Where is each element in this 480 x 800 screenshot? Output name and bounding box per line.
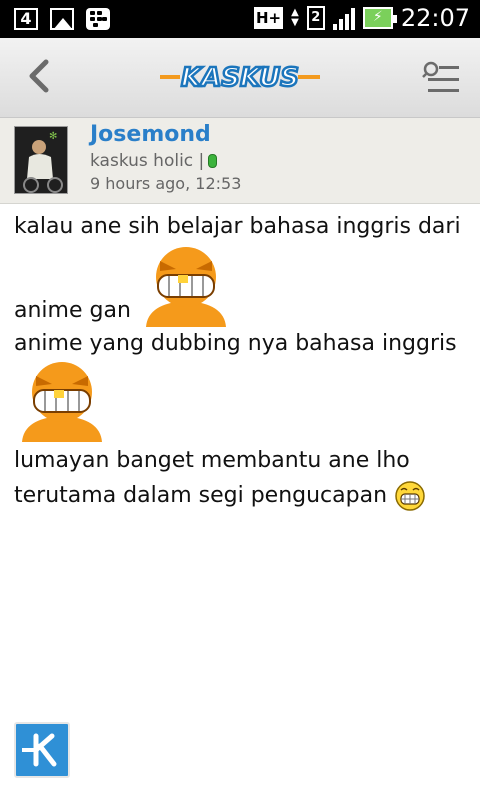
back-button[interactable] xyxy=(20,56,60,96)
status-bar: 4 H+ ▲ ▼ 2 ⚡ 22:07 xyxy=(0,0,480,38)
sim-icon: 2 xyxy=(306,6,325,30)
online-status-icon xyxy=(208,154,218,168)
grinning-emoticon-icon xyxy=(22,362,102,442)
gallery-icon xyxy=(50,8,74,30)
thread-menu-button[interactable] xyxy=(422,60,460,96)
post-text-line: lumayan banget membantu ane lho xyxy=(14,448,410,473)
post-timestamp: 9 hours ago, 12:53 xyxy=(90,174,242,193)
post-content: kalau ane sih belajar bahasa inggris dar… xyxy=(14,210,466,512)
user-photo-icon: ✻ xyxy=(15,127,67,193)
post-author-name[interactable]: Josemond xyxy=(90,122,211,147)
app-bar: KASKUS xyxy=(0,38,480,118)
post-text-line: terutama dalam segi pengucapan xyxy=(14,483,388,508)
network-type-icon: H+ xyxy=(254,7,284,29)
svg-text:✻: ✻ xyxy=(49,131,57,142)
avatar[interactable]: ✻ xyxy=(14,126,68,194)
kaskus-logo: KASKUS xyxy=(158,62,322,94)
kaskus-home-button[interactable] xyxy=(14,722,70,778)
post-text-line: anime gan xyxy=(14,298,131,323)
blackberry-icon xyxy=(86,8,110,30)
chevron-left-icon xyxy=(29,59,49,93)
user-rank: kaskus holic | xyxy=(90,151,218,171)
svg-text:KASKUS: KASKUS xyxy=(181,63,299,92)
clock: 22:07 xyxy=(400,4,470,32)
post-header: ✻ Josemond kaskus holic | 9 hours ago, 1… xyxy=(0,118,480,204)
grinning-emoticon-icon xyxy=(145,247,226,327)
post-text-line-with-emoticon: terutama dalam segi pengucapan xyxy=(14,479,466,512)
user-rank-label: kaskus holic | xyxy=(90,151,205,171)
signal-strength-icon xyxy=(332,6,355,30)
laughing-emoticon-icon xyxy=(395,481,425,511)
data-activity-icon: ▲ ▼ xyxy=(291,7,299,28)
post-emoticon-line xyxy=(14,360,466,442)
post-text-line: kalau ane sih belajar bahasa inggris dar… xyxy=(14,214,461,239)
post-text-line: anime yang dubbing nya bahasa inggris xyxy=(14,331,457,356)
search-list-icon xyxy=(422,61,459,92)
kaskus-k-icon xyxy=(22,733,57,767)
post-text-line-with-emoticon: anime gan xyxy=(14,245,466,327)
notification-count-icon: 4 xyxy=(14,8,38,30)
battery-charging-icon: ⚡ xyxy=(362,7,397,29)
